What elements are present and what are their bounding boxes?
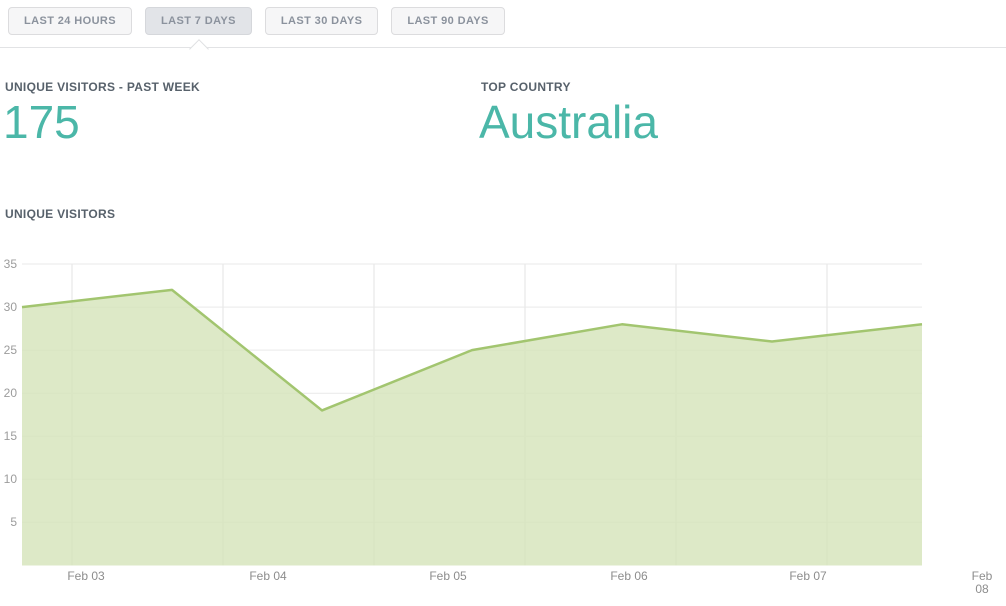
- y-tick-label: 35: [0, 256, 17, 272]
- y-tick-label: 25: [0, 342, 17, 358]
- x-tick-label: Feb 04: [236, 570, 300, 583]
- y-tick-label: 15: [0, 428, 17, 444]
- y-tick-label: 20: [0, 385, 17, 401]
- area-fill: [22, 290, 922, 566]
- unique-visitors-area-chart: [0, 0, 1006, 606]
- analytics-dashboard: LAST 24 HOURSLAST 7 DAYSLAST 30 DAYSLAST…: [0, 0, 1006, 606]
- y-tick-label: 30: [0, 299, 17, 315]
- x-tick-label: Feb 05: [416, 570, 480, 583]
- y-tick-label: 5: [0, 514, 17, 530]
- x-tick-label: Feb 06: [597, 570, 661, 583]
- x-tick-label: Feb 08: [966, 570, 998, 596]
- y-tick-label: 10: [0, 471, 17, 487]
- x-tick-label: Feb 03: [54, 570, 118, 583]
- x-tick-label: Feb 07: [776, 570, 840, 583]
